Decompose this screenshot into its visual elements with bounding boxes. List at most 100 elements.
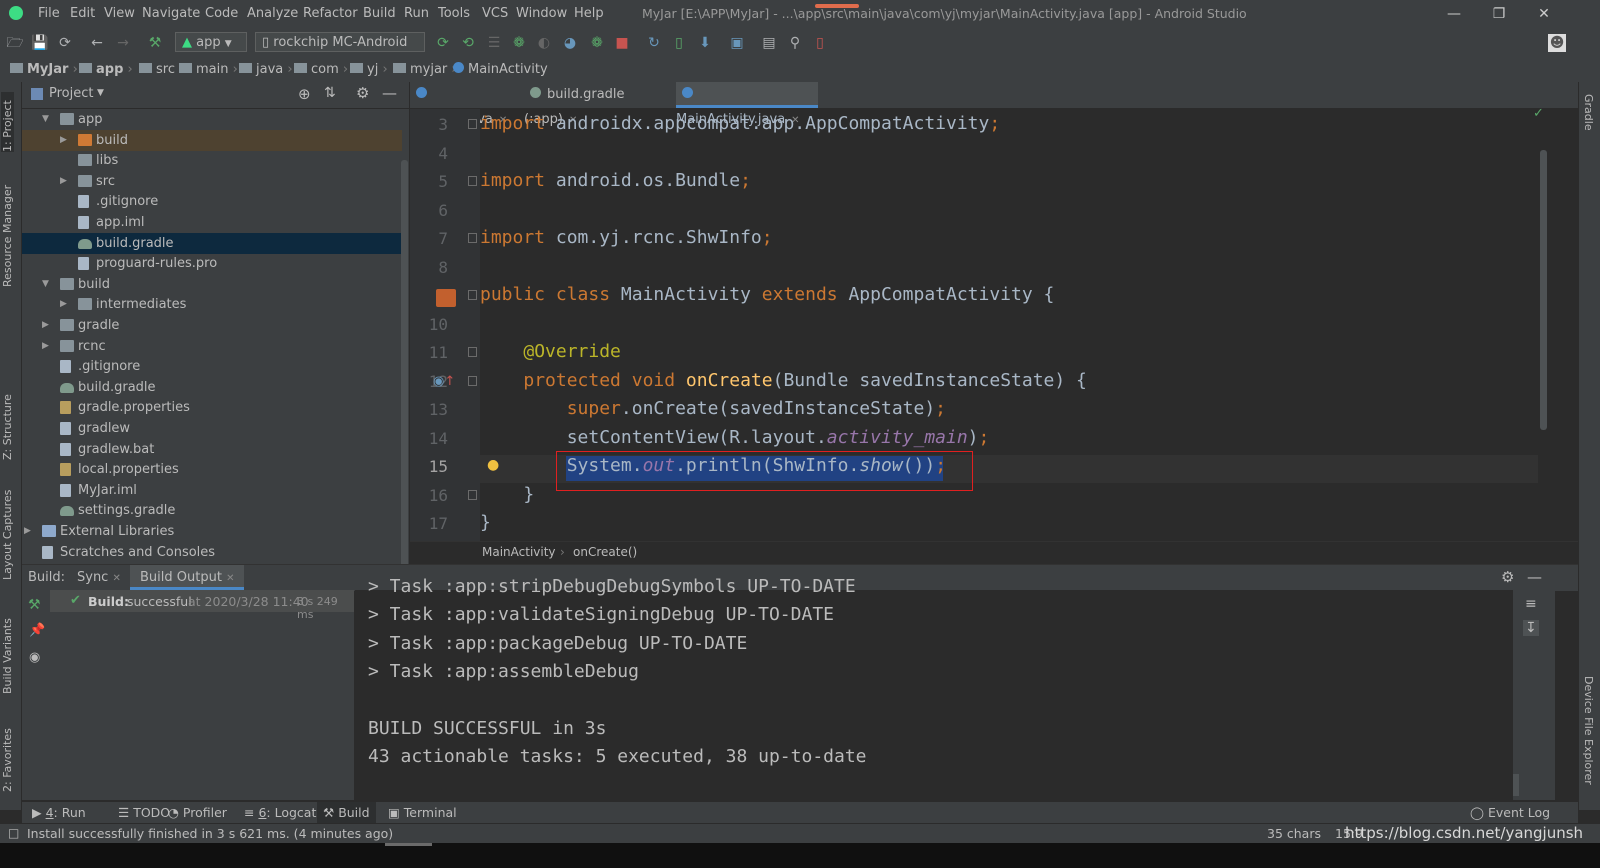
tool-tab-device-file-explorer[interactable]: Device File Explorer <box>1582 676 1595 806</box>
collapse-arrow-icon[interactable]: ▶ <box>60 130 67 151</box>
collapse-all-icon[interactable]: ⇅ <box>324 85 336 101</box>
tree-row[interactable]: ▶ src <box>22 171 402 192</box>
pin-icon[interactable]: 📌 <box>29 623 45 638</box>
tree-row[interactable]: ▼ build <box>22 274 402 295</box>
menu-analyze[interactable]: Analyze <box>247 6 298 21</box>
sync-icon[interactable]: ⟳ <box>56 34 74 52</box>
menu-help[interactable]: Help <box>574 6 604 21</box>
open-folder-icon[interactable]: 🗁 <box>6 34 24 52</box>
tool-tab-layout-captures[interactable]: Layout Captures <box>1 480 14 580</box>
menu-navigate[interactable]: Navigate <box>142 6 200 21</box>
event-log-button[interactable]: ◯ Event Log <box>1470 805 1550 820</box>
breadcrumb-item[interactable]: main › <box>179 62 238 77</box>
close-icon[interactable]: ✕ <box>112 573 120 584</box>
editor-crumb-method[interactable]: onCreate() <box>573 545 637 559</box>
collapse-arrow-icon[interactable]: ▶ <box>24 521 31 542</box>
fold-marker-icon[interactable] <box>468 375 477 386</box>
status-toggle-icon[interactable]: □ <box>8 826 19 840</box>
gear-icon[interactable]: ⚙ <box>356 84 369 102</box>
menu-view[interactable]: View <box>104 6 135 21</box>
tree-row[interactable]: build.gradle <box>22 232 402 254</box>
tab-build[interactable]: ⚒ Build <box>317 802 376 824</box>
menu-tools[interactable]: Tools <box>438 6 470 21</box>
tool-tab-favorites[interactable]: 2: Favorites <box>1 712 14 792</box>
breadcrumb-item[interactable]: MainActivity <box>453 62 548 77</box>
soft-wrap-icon[interactable]: ≡ <box>1525 596 1537 612</box>
tree-row[interactable]: settings.gradle <box>22 500 402 521</box>
tree-row[interactable]: gradlew.bat <box>22 439 402 460</box>
menu-refactor[interactable]: Refactor <box>303 6 358 21</box>
build-output[interactable]: > Task :app:stripDebugDebugSymbols UP-TO… <box>355 576 1513 800</box>
menu-build[interactable]: Build <box>363 6 396 21</box>
menu-run[interactable]: Run <box>404 6 429 21</box>
tool-tab-structure[interactable]: Z: Structure <box>1 380 14 460</box>
tab-build-gradle-app[interactable]: build.gradle (:app) ✕ <box>524 82 676 127</box>
project-scrollbar[interactable] <box>401 160 408 572</box>
run-config-select[interactable]: ▲ app ▼ <box>175 32 247 52</box>
apply-code-changes-icon[interactable]: ⟲ <box>459 34 477 52</box>
apply-changes-icon[interactable]: ⟳ <box>434 34 452 52</box>
minimize-icon[interactable]: — <box>1442 4 1466 24</box>
locate-icon[interactable]: ⊕ <box>298 85 311 103</box>
tree-row[interactable]: ▶ External Libraries <box>22 521 402 542</box>
hide-icon[interactable]: — <box>1527 568 1542 586</box>
menu-file[interactable]: File <box>38 6 60 21</box>
override-gutter-icon[interactable]: ◉↑ <box>433 374 455 389</box>
save-icon[interactable]: 💾 <box>31 34 49 52</box>
project-structure-icon[interactable]: ▣ <box>728 34 746 52</box>
expand-arrow-icon[interactable]: ▼ <box>42 274 49 295</box>
tab-build-output[interactable]: Build Output ✕ <box>130 565 245 590</box>
breadcrumb-item[interactable]: src › <box>139 62 184 77</box>
avd-manager-icon[interactable]: ▯ <box>670 34 688 52</box>
tree-row[interactable]: .gitignore <box>22 356 402 377</box>
tree-row[interactable]: Scratches and Consoles <box>22 542 402 563</box>
tree-row[interactable]: ▼ app <box>22 109 402 130</box>
breadcrumb-item[interactable]: com › <box>294 62 348 77</box>
editor-scrollbar[interactable] <box>1540 150 1547 430</box>
chevron-down-icon[interactable]: ▼ <box>97 88 104 98</box>
fold-marker-icon[interactable] <box>468 233 477 243</box>
intention-bulb-icon[interactable]: ● <box>487 457 499 473</box>
tab-todo[interactable]: ☰ TODO <box>118 805 170 820</box>
fold-marker-icon[interactable] <box>468 119 477 129</box>
breadcrumb-item[interactable]: app › <box>79 62 133 77</box>
sdk-manager-icon[interactable]: ⬇ <box>696 34 714 52</box>
collapse-arrow-icon[interactable]: ▶ <box>42 336 49 357</box>
tree-row[interactable]: local.properties <box>22 459 402 480</box>
taskbar-active-item[interactable] <box>385 843 432 846</box>
tree-row[interactable]: libs <box>22 150 402 171</box>
breadcrumb-item[interactable]: java › <box>239 62 293 77</box>
collapse-arrow-icon[interactable]: ▶ <box>42 315 49 336</box>
scroll-to-end-icon[interactable]: ↧ <box>1523 620 1539 636</box>
menu-vcs[interactable]: VCS <box>482 6 508 21</box>
tool-tab-build-variants[interactable]: Build Variants <box>1 604 14 694</box>
menu-edit[interactable]: Edit <box>70 6 95 21</box>
editor-crumb-class[interactable]: MainActivity <box>482 545 556 559</box>
attach-process-icon[interactable]: ❁ <box>588 34 606 52</box>
menu-window[interactable]: Window <box>516 6 567 21</box>
tree-row[interactable]: MyJar.iml <box>22 480 402 501</box>
class-gutter-icon[interactable] <box>436 289 456 307</box>
expand-arrow-icon[interactable]: ▼ <box>42 109 49 130</box>
device-manager-icon[interactable]: ▯ <box>811 34 829 52</box>
tab-sync[interactable]: Sync ✕ <box>77 570 121 585</box>
tab-logcat[interactable]: ≡ 6: Logcat <box>244 805 316 820</box>
tree-row[interactable]: build.gradle <box>22 377 402 398</box>
profile-icon[interactable]: ◐ <box>535 34 553 52</box>
rebuild-icon[interactable]: ⚒ <box>28 597 41 613</box>
tree-row[interactable]: .gitignore <box>22 191 402 212</box>
search-icon[interactable]: ⚲ <box>786 34 804 52</box>
breadcrumb-item[interactable]: MyJar › <box>10 62 78 77</box>
tree-row[interactable]: proguard-rules.pro <box>22 253 402 274</box>
gear-icon[interactable]: ⚙ <box>1501 568 1514 586</box>
back-icon[interactable]: ← <box>88 34 106 52</box>
tab-run[interactable]: ▶ 4: Run <box>32 805 86 820</box>
fold-marker-icon[interactable] <box>468 290 477 300</box>
tree-row[interactable]: ▶ build <box>22 129 402 151</box>
eye-icon[interactable]: ◉ <box>29 650 40 665</box>
fold-marker-icon[interactable] <box>468 489 477 500</box>
stop-icon[interactable]: ■ <box>613 34 631 52</box>
tab-profiler[interactable]: ◔ Profiler <box>168 805 227 820</box>
hide-icon[interactable]: — <box>382 84 397 102</box>
status-message[interactable]: Install successfully finished in 3 s 621… <box>27 826 393 841</box>
